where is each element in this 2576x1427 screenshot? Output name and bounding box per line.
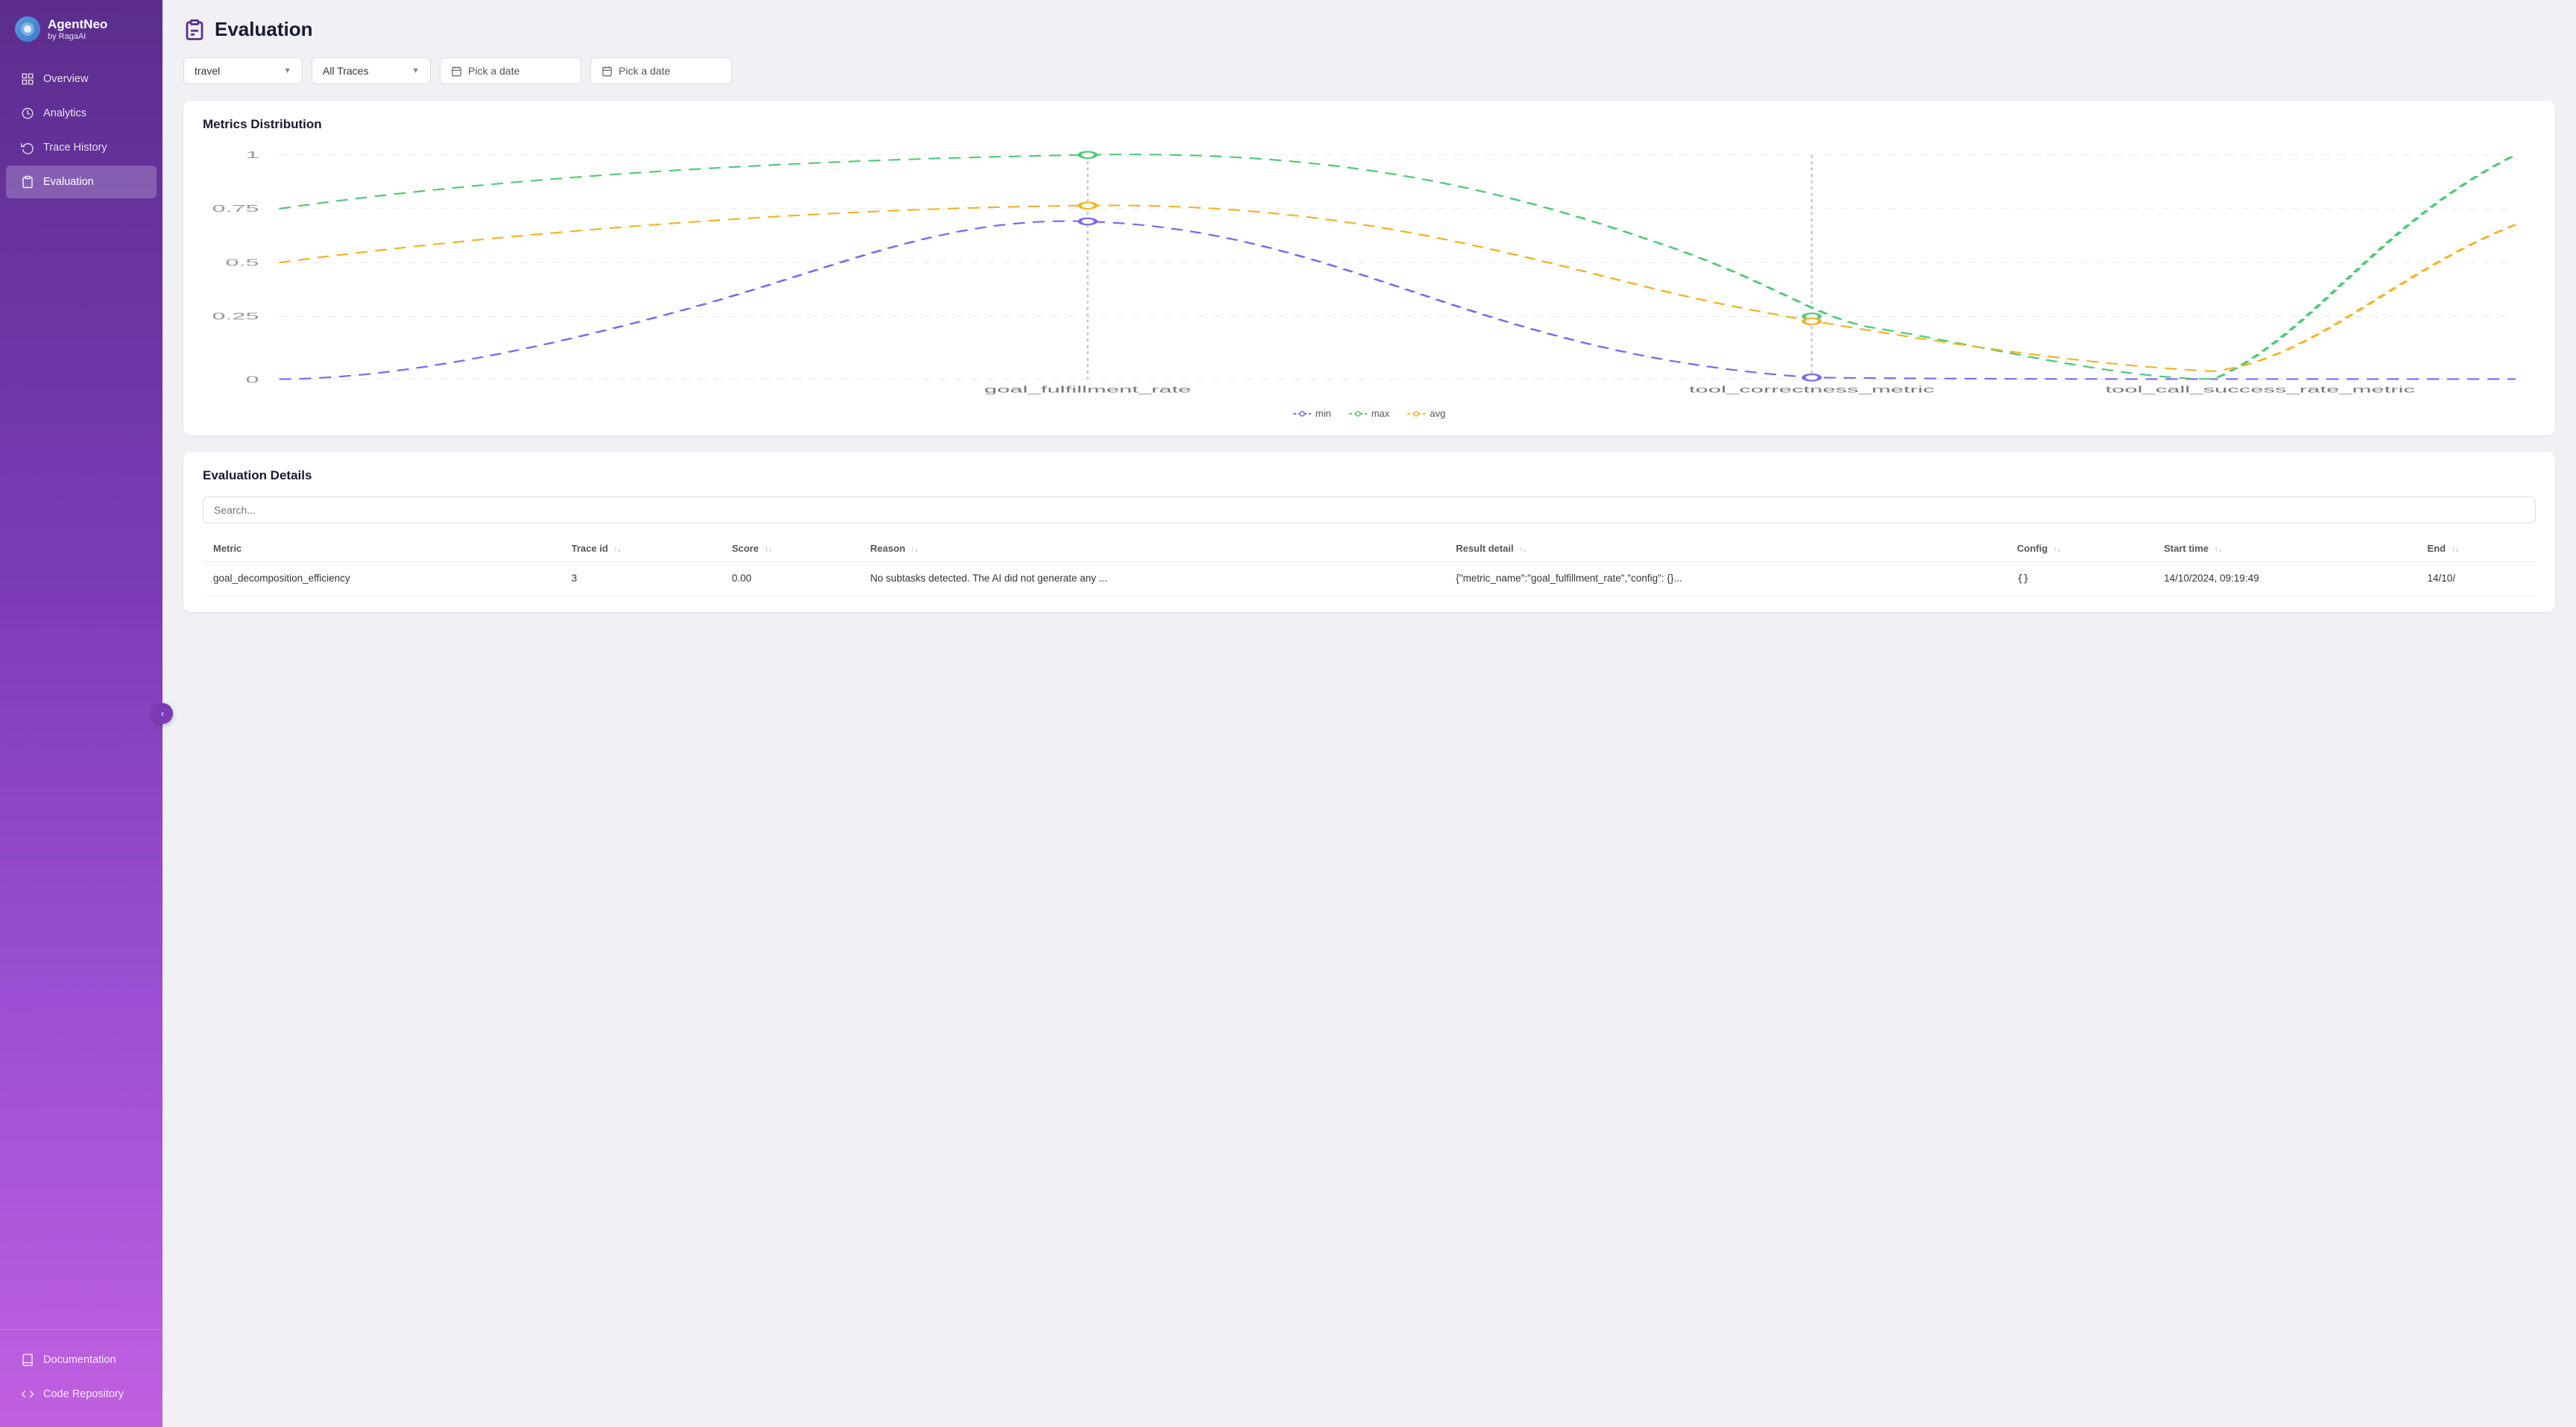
clock-icon [21, 107, 34, 120]
sort-icon[interactable]: ↑↓ [2053, 546, 2061, 554]
cell-score: 0.00 [722, 562, 860, 596]
cell-end-time: 14/10/ [2417, 562, 2536, 596]
calendar-icon [451, 66, 462, 77]
sidebar-item-label: Trace History [43, 142, 107, 154]
sort-icon[interactable]: ↑↓ [765, 546, 772, 554]
main-content: Evaluation travel ▼ All Traces ▼ Pick a … [162, 0, 2576, 1427]
avg-line-icon [1407, 409, 1425, 418]
sidebar-item-trace-history[interactable]: Trace History [6, 131, 157, 164]
sort-icon[interactable]: ↑↓ [1519, 546, 1527, 554]
sidebar-item-label: Code Repository [43, 1388, 124, 1400]
search-input[interactable] [203, 497, 2536, 523]
page-header-icon [183, 19, 206, 41]
date-from-picker[interactable]: Pick a date [440, 57, 581, 84]
sidebar: AgentNeo by RagaAI Overview Analytics Tr… [0, 0, 162, 1427]
metrics-chart: 1 0.75 0.5 0.25 0 goal_fulfillment_rate … [203, 145, 2536, 399]
code-icon [21, 1387, 34, 1401]
svg-text:0.5: 0.5 [226, 258, 259, 268]
svg-text:1: 1 [246, 150, 259, 160]
col-reason: Reason ↑↓ [860, 535, 1446, 562]
legend-min: min [1293, 408, 1331, 419]
cell-reason: No subtasks detected. The AI did not gen… [860, 562, 1446, 596]
max-line-icon [1349, 409, 1367, 418]
logo-area: AgentNeo by RagaAI [0, 0, 162, 55]
cell-trace-id: 3 [561, 562, 722, 596]
sort-icon[interactable]: ↑↓ [911, 546, 918, 554]
svg-text:0.25: 0.25 [212, 312, 259, 322]
col-metric: Metric [203, 535, 561, 562]
legend-max: max [1349, 408, 1390, 419]
logo-text: AgentNeo by RagaAI [48, 17, 107, 41]
svg-text:0: 0 [246, 375, 259, 385]
cell-result-detail: {"metric_name":"goal_fulfillment_rate","… [1445, 562, 2007, 596]
chevron-down-icon: ▼ [283, 66, 291, 75]
svg-text:goal_fulfillment_rate: goal_fulfillment_rate [984, 385, 1191, 394]
evaluation-details-title: Evaluation Details [203, 468, 2536, 483]
sort-icon[interactable]: ↑↓ [2214, 546, 2222, 554]
cell-start-time: 14/10/2024, 09:19:49 [2153, 562, 2416, 596]
sidebar-bottom: Documentation Code Repository [0, 1329, 162, 1427]
chart-svg: 1 0.75 0.5 0.25 0 goal_fulfillment_rate … [203, 145, 2536, 399]
sort-icon[interactable]: ↑↓ [2452, 546, 2459, 554]
clipboard-icon [21, 175, 34, 189]
col-score: Score ↑↓ [722, 535, 860, 562]
sidebar-item-label: Analytics [43, 107, 86, 119]
page-title: Evaluation [215, 18, 312, 41]
cell-metric: goal_decomposition_efficiency [203, 562, 561, 596]
chart-legend: min max avg [203, 408, 2536, 419]
sidebar-item-label: Overview [43, 73, 88, 85]
cell-config: {} [2007, 562, 2153, 596]
evaluation-table: Metric Trace id ↑↓ Score ↑↓ Reason ↑↓ [203, 535, 2536, 596]
sort-icon[interactable]: ↑↓ [613, 546, 621, 554]
col-result-detail: Result detail ↑↓ [1445, 535, 2007, 562]
sidebar-item-label: Evaluation [43, 176, 94, 188]
history-icon [21, 141, 34, 154]
svg-text:tool_call_success_rate_metric: tool_call_success_rate_metric [2105, 385, 2415, 394]
sidebar-nav: Overview Analytics Trace History Evaluat… [0, 55, 162, 1329]
sidebar-item-code-repository[interactable]: Code Repository [6, 1378, 157, 1411]
date-to-picker[interactable]: Pick a date [590, 57, 732, 84]
svg-text:tool_correctness_metric: tool_correctness_metric [1689, 385, 1935, 394]
grid-icon [21, 72, 34, 86]
sidebar-item-analytics[interactable]: Analytics [6, 97, 157, 130]
table-row: goal_decomposition_efficiency 3 0.00 No … [203, 562, 2536, 596]
min-line-icon [1293, 409, 1311, 418]
col-end-time: End ↑↓ [2417, 535, 2536, 562]
col-start-time: Start time ↑↓ [2153, 535, 2416, 562]
project-filter[interactable]: travel ▼ [183, 57, 303, 84]
sidebar-item-evaluation[interactable]: Evaluation [6, 166, 157, 198]
metrics-chart-title: Metrics Distribution [203, 117, 2536, 132]
calendar-icon [602, 66, 613, 77]
sidebar-item-documentation[interactable]: Documentation [6, 1343, 157, 1376]
sidebar-item-overview[interactable]: Overview [6, 63, 157, 95]
col-config: Config ↑↓ [2007, 535, 2153, 562]
legend-avg: avg [1407, 408, 1445, 419]
book-icon [21, 1353, 34, 1367]
logo-icon [15, 16, 40, 42]
metrics-distribution-card: Metrics Distribution 1 0.75 0.5 0.25 0 [183, 101, 2555, 435]
evaluation-details-card: Evaluation Details Metric Trace id ↑↓ Sc… [183, 452, 2555, 612]
chevron-down-icon: ▼ [411, 66, 420, 75]
sidebar-collapse-button[interactable]: ‹ [152, 703, 173, 724]
sidebar-item-label: Documentation [43, 1354, 116, 1366]
svg-text:0.75: 0.75 [212, 204, 259, 214]
page-header: Evaluation [183, 18, 2555, 41]
filters-row: travel ▼ All Traces ▼ Pick a date Pick a… [183, 57, 2555, 84]
col-trace-id: Trace id ↑↓ [561, 535, 722, 562]
traces-filter[interactable]: All Traces ▼ [312, 57, 431, 84]
